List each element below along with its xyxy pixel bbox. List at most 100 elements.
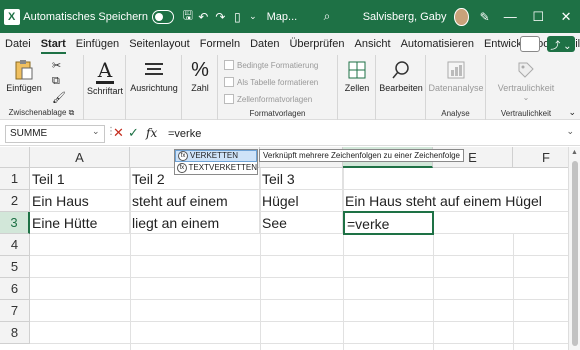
tab-seitenlayout[interactable]: Seitenlayout bbox=[124, 33, 195, 55]
ribbon: Einfügen ✂ ⧉ 🖌 Zwischenablage ⧉ A Schrif… bbox=[0, 55, 580, 120]
autocomplete-item-label: VERKETTEN bbox=[190, 151, 239, 160]
document-title[interactable]: Map... bbox=[267, 11, 298, 23]
cell-b3[interactable]: liegt an einem bbox=[130, 212, 260, 234]
search-icon[interactable]: ⌕ bbox=[319, 7, 334, 27]
align-lines-icon bbox=[145, 63, 163, 75]
worksheet-grid[interactable]: A B C D E F 1 2 3 4 5 6 7 8 Teil 1 Teil … bbox=[0, 147, 580, 350]
tab-einfuegen[interactable]: Einfügen bbox=[71, 33, 124, 55]
minimize-button[interactable]: — bbox=[496, 0, 524, 33]
percent-icon: % bbox=[191, 59, 209, 81]
sensitivity-dropdown-icon: ⌄ bbox=[522, 93, 530, 102]
tab-ueberpruefen[interactable]: Überprüfen bbox=[284, 33, 349, 55]
copy-icon[interactable]: ⧉ bbox=[52, 75, 60, 88]
row-header-6[interactable]: 6 bbox=[0, 278, 30, 300]
font-button[interactable]: A Schriftart bbox=[84, 59, 126, 96]
clipboard-group-label: Zwischenablage ⧉ bbox=[8, 108, 75, 117]
analysis-group-label: Analyse bbox=[441, 109, 470, 118]
cut-icon[interactable]: ✂ bbox=[52, 59, 61, 72]
sensitivity-group: Vertraulichkeit ⌄ Vertraulichkeit ⌄ bbox=[486, 55, 580, 120]
cell-c1[interactable]: Teil 3 bbox=[260, 168, 343, 190]
font-group: A Schriftart bbox=[84, 55, 126, 120]
row-header-7[interactable]: 7 bbox=[0, 300, 30, 322]
pen-icon[interactable]: ✎ bbox=[477, 7, 492, 27]
editing-button[interactable]: Bearbeiten bbox=[376, 59, 426, 93]
number-group: % Zahl bbox=[182, 55, 218, 120]
cell-b2[interactable]: steht auf einem bbox=[130, 190, 260, 212]
row-header-3[interactable]: 3 bbox=[0, 212, 30, 234]
autocomplete-item[interactable]: fx TEXTVERKETTEN bbox=[175, 162, 257, 174]
cells-button[interactable]: Zellen bbox=[338, 59, 376, 93]
function-tooltip: Verknüpft mehrere Zeichenfolgen zu einer… bbox=[259, 149, 465, 162]
cell-c3[interactable]: See bbox=[260, 212, 343, 234]
avatar[interactable] bbox=[454, 7, 469, 26]
sensitivity-group-label: Vertraulichkeit bbox=[500, 109, 552, 118]
autocomplete-item[interactable]: fx VERKETTEN bbox=[175, 150, 257, 162]
maximize-button[interactable]: ☐ bbox=[524, 0, 552, 33]
scroll-thumb[interactable] bbox=[572, 161, 578, 346]
alignment-button[interactable]: Ausrichtung bbox=[126, 59, 182, 93]
tab-automatisieren[interactable]: Automatisieren bbox=[396, 33, 479, 55]
cell-d2[interactable]: Ein Haus steht auf einem Hügel bbox=[343, 190, 568, 212]
grid-col-line bbox=[433, 234, 434, 350]
row-header-5[interactable]: 5 bbox=[0, 256, 30, 278]
name-box[interactable]: SUMME bbox=[5, 125, 105, 143]
vertical-scrollbar[interactable]: ▲ bbox=[568, 147, 580, 350]
cell-styles-button[interactable]: Zellenformatvorlagen bbox=[224, 94, 312, 104]
cell-c2[interactable]: Hügel bbox=[260, 190, 343, 212]
excel-logo-icon: X bbox=[0, 0, 23, 33]
customize-icon[interactable]: ⌄ bbox=[245, 7, 260, 27]
close-button[interactable]: ✕ bbox=[552, 0, 580, 33]
select-all-corner[interactable] bbox=[0, 147, 30, 168]
redo-icon[interactable]: ↷ bbox=[211, 7, 230, 27]
tab-daten[interactable]: Daten bbox=[245, 33, 284, 55]
cell-a2[interactable]: Ein Haus bbox=[30, 190, 130, 212]
styles-group: Bedingte Formatierung Als Tabelle format… bbox=[218, 55, 338, 120]
scroll-up-icon[interactable]: ▲ bbox=[571, 149, 578, 156]
grid-col-line bbox=[513, 234, 514, 350]
cell-style-icon bbox=[224, 94, 234, 104]
sensitivity-button[interactable]: Vertraulichkeit ⌄ bbox=[494, 59, 558, 102]
data-analysis-button[interactable]: Datenanalyse bbox=[426, 59, 486, 93]
conditional-formatting-button[interactable]: Bedingte Formatierung bbox=[224, 60, 318, 70]
clipboard-group: Einfügen ✂ ⧉ 🖌 Zwischenablage ⧉ bbox=[0, 55, 84, 120]
font-color-icon: A bbox=[96, 58, 114, 84]
function-icon: fx bbox=[177, 163, 187, 173]
enter-icon[interactable]: ✓ bbox=[128, 125, 139, 141]
cell-a1[interactable]: Teil 1 bbox=[30, 168, 130, 190]
collapse-ribbon-icon[interactable]: ⌄ bbox=[568, 107, 576, 118]
autosave-toggle[interactable] bbox=[151, 9, 175, 24]
formula-input[interactable]: =verke bbox=[168, 125, 568, 143]
autosave-label: Automatisches Speichern bbox=[23, 10, 148, 23]
editing-group: Bearbeiten bbox=[376, 55, 426, 120]
row-header-8[interactable]: 8 bbox=[0, 322, 30, 344]
table-icon bbox=[224, 77, 234, 87]
quick-access-icon[interactable]: ▯ bbox=[230, 7, 245, 27]
expand-formula-bar-icon[interactable]: ⌄ bbox=[566, 126, 574, 137]
cancel-icon[interactable]: ✕ bbox=[113, 125, 124, 141]
name-box-dropdown-icon[interactable]: ⌄ bbox=[92, 126, 100, 137]
row-header-2[interactable]: 2 bbox=[0, 190, 30, 212]
comments-button[interactable] bbox=[520, 36, 540, 52]
insert-function-icon[interactable]: fx bbox=[146, 126, 157, 140]
column-header-a[interactable]: A bbox=[30, 147, 130, 168]
save-icon[interactable]: 🖫 bbox=[180, 7, 195, 27]
paste-icon bbox=[15, 60, 33, 80]
tab-ansicht[interactable]: Ansicht bbox=[349, 33, 395, 55]
number-button[interactable]: % Zahl bbox=[182, 59, 218, 93]
function-autocomplete-list: fx VERKETTEN fx TEXTVERKETTEN bbox=[174, 149, 258, 175]
undo-icon[interactable]: ↶ bbox=[196, 7, 211, 27]
paste-button[interactable]: Einfügen bbox=[4, 59, 44, 93]
row-header-1[interactable]: 1 bbox=[0, 168, 30, 190]
tab-formeln[interactable]: Formeln bbox=[195, 33, 245, 55]
user-name[interactable]: Salvisberg, Gaby bbox=[363, 11, 447, 23]
share-button[interactable]: ⤴ ⌄ bbox=[547, 36, 575, 52]
function-icon: fx bbox=[178, 151, 188, 161]
format-as-table-button[interactable]: Als Tabelle formatieren bbox=[224, 77, 318, 87]
tab-start[interactable]: Start bbox=[36, 33, 71, 55]
row-header-4[interactable]: 4 bbox=[0, 234, 30, 256]
format-painter-icon[interactable]: 🖌 bbox=[52, 91, 66, 104]
tab-datei[interactable]: Datei bbox=[0, 33, 36, 55]
formula-bar: SUMME ⌄ ⋮ ✕ ✓ fx =verke ⌄ bbox=[0, 122, 580, 146]
cell-d3-active[interactable]: =verke bbox=[343, 211, 434, 235]
cell-a3[interactable]: Eine Hütte bbox=[30, 212, 130, 234]
